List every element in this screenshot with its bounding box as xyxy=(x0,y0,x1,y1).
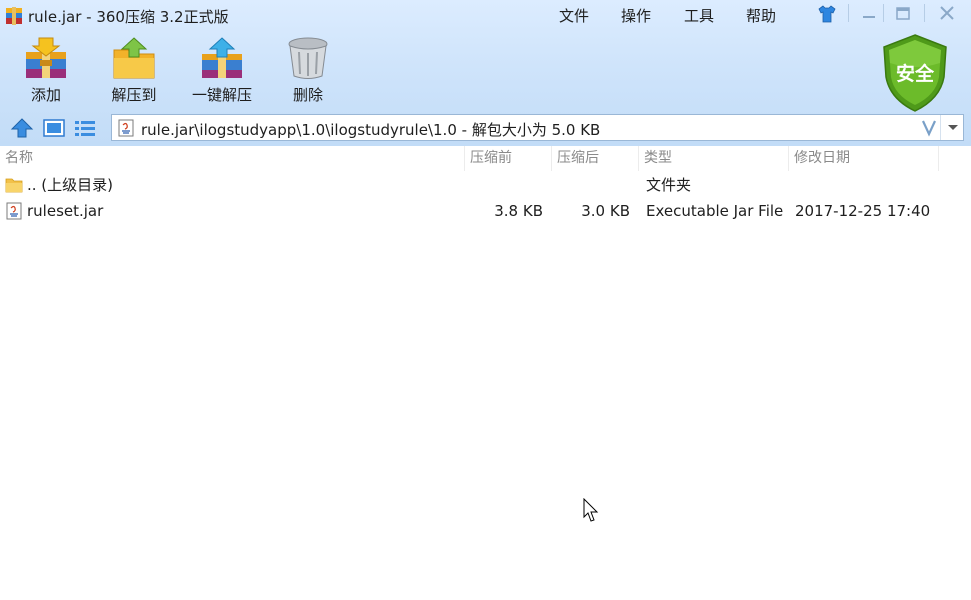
title-bar[interactable]: rule.jar - 360压缩 3.2正式版 文件 操作 工具 帮助 xyxy=(0,0,971,30)
app-window: rule.jar - 360压缩 3.2正式版 文件 操作 工具 帮助 添加 解… xyxy=(0,0,971,600)
delete-button[interactable]: 删除 xyxy=(272,36,344,106)
shirt-icon[interactable] xyxy=(816,4,838,24)
jar-file-icon xyxy=(5,202,23,220)
row-packed xyxy=(465,172,543,198)
archive-icon xyxy=(5,7,23,25)
navigation-bar: rule.jar\ilogstudyapp\1.0\ilogstudyrule\… xyxy=(0,112,971,144)
chevron-down-icon xyxy=(948,125,958,130)
column-modified[interactable]: 修改日期 xyxy=(789,146,939,171)
row-name: ruleset.jar xyxy=(27,202,104,220)
row-type: Executable Jar File xyxy=(646,202,784,220)
menu-help[interactable]: 帮助 xyxy=(746,5,776,26)
titlebar-divider xyxy=(848,4,849,22)
chevron-v-icon xyxy=(922,120,936,137)
thumbnail-view-icon xyxy=(43,119,65,137)
minimize-icon xyxy=(863,16,875,18)
table-row[interactable]: .. (上级目录) 文件夹 xyxy=(0,172,971,198)
address-path: rule.jar\ilogstudyapp\1.0\ilogstudyrule\… xyxy=(141,121,601,139)
maximize-icon xyxy=(896,7,910,20)
minimize-button[interactable] xyxy=(855,2,883,26)
row-modified: 2017-12-25 17:40 xyxy=(795,202,931,220)
column-name[interactable]: 名称 xyxy=(0,146,465,171)
address-v-button[interactable] xyxy=(918,115,940,140)
row-unpacked xyxy=(552,172,630,198)
maximize-button[interactable] xyxy=(889,2,917,26)
security-label: 安全 xyxy=(895,63,934,85)
one-click-extract-button[interactable]: 一键解压 xyxy=(186,36,258,106)
menu-operations[interactable]: 操作 xyxy=(621,5,651,26)
mouse-cursor-icon xyxy=(583,497,599,524)
row-name: .. (上级目录) xyxy=(27,176,114,194)
row-unpacked: 3.0 KB xyxy=(581,202,630,220)
trash-icon xyxy=(288,37,328,79)
thumbnail-view-button[interactable] xyxy=(42,116,66,140)
add-button[interactable]: 添加 xyxy=(10,36,82,106)
address-bar[interactable]: rule.jar\ilogstudyapp\1.0\ilogstudyrule\… xyxy=(111,114,964,141)
close-icon xyxy=(940,6,954,20)
one-click-extract-label: 一键解压 xyxy=(191,86,252,104)
up-button[interactable] xyxy=(10,116,34,140)
delete-label: 删除 xyxy=(292,86,323,104)
close-button[interactable] xyxy=(933,2,961,26)
add-archive-icon xyxy=(26,37,66,78)
titlebar-divider xyxy=(883,4,884,22)
titlebar-divider xyxy=(924,4,925,22)
window-title: rule.jar - 360压缩 3.2正式版 xyxy=(28,8,229,26)
extract-to-label: 解压到 xyxy=(111,86,157,104)
row-type: 文件夹 xyxy=(646,176,692,194)
one-click-extract-icon xyxy=(202,37,242,78)
security-badge[interactable]: 安全 xyxy=(880,33,950,113)
add-label: 添加 xyxy=(30,86,61,104)
menu-tools[interactable]: 工具 xyxy=(684,5,714,26)
jar-file-icon xyxy=(117,119,135,137)
column-header: 名称 压缩前 压缩后 类型 修改日期 xyxy=(0,146,971,171)
folder-icon xyxy=(5,176,23,194)
column-type[interactable]: 类型 xyxy=(639,146,789,171)
menu-file[interactable]: 文件 xyxy=(559,5,589,26)
row-packed: 3.8 KB xyxy=(494,202,543,220)
extract-to-button[interactable]: 解压到 xyxy=(98,36,170,106)
arrow-up-icon xyxy=(10,118,34,138)
folder-extract-icon xyxy=(113,37,155,79)
address-dropdown-button[interactable] xyxy=(940,115,964,140)
header-band: rule.jar - 360压缩 3.2正式版 文件 操作 工具 帮助 添加 解… xyxy=(0,0,971,146)
table-row[interactable]: ruleset.jar 3.8 KB 3.0 KB Executable Jar… xyxy=(0,198,971,224)
list-view-icon xyxy=(75,121,95,136)
column-unpacked[interactable]: 压缩后 xyxy=(552,146,639,171)
list-view-button[interactable] xyxy=(73,116,97,140)
column-packed[interactable]: 压缩前 xyxy=(465,146,552,171)
